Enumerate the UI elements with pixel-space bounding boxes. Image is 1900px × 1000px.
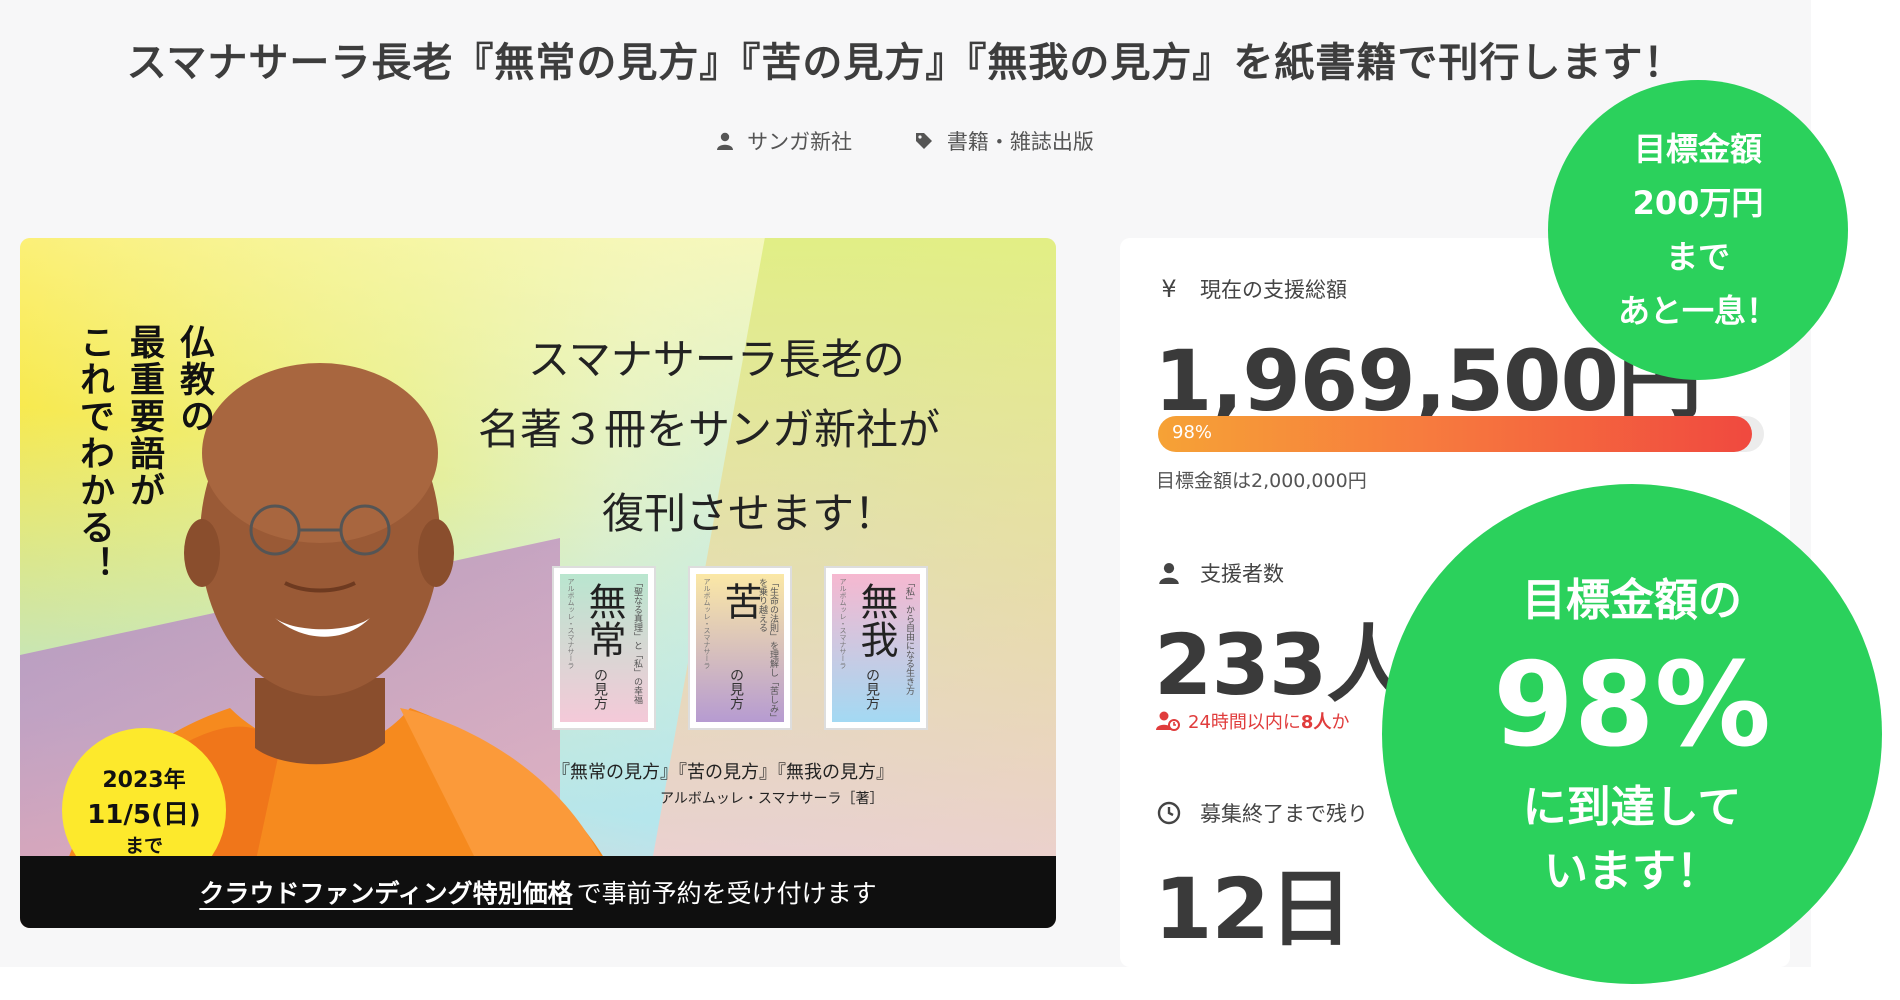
goal-percent-value: 98%: [1493, 638, 1771, 773]
goal-amount-note: 目標金額は2,000,000円: [1156, 470, 1367, 492]
funding-progress-bar: 98%: [1158, 416, 1764, 452]
book-author: アルボムッレ・スマナサーラ: [703, 578, 711, 669]
book-author: アルボムッレ・スマナサーラ: [567, 578, 575, 669]
remaining-label: 募集終了まで残り: [1200, 802, 1368, 826]
book-tagline: 「聖なる真理」と「私」の幸福: [632, 578, 642, 704]
book-cover-muga: アルボムッレ・スマナサーラ 「私」から自由になる生き方 無我 の見方: [824, 566, 928, 730]
goal-near-line: 目標金額: [1633, 130, 1762, 168]
hero-cta-bar: クラウドファンディング特別価格 で事前予約を受け付けます: [20, 856, 1056, 928]
book-cover-ku: アルボムッレ・スマナサーラ 「生命の法則」を理解し「苦しみ」を乗り越える 苦 の…: [688, 566, 792, 730]
deadline-day: 11/5(日): [87, 800, 201, 830]
yen-icon: ¥: [1161, 275, 1177, 303]
funding-progress-text: 98%: [1172, 422, 1213, 443]
hero-vertical-line: これでわかる！: [74, 324, 114, 583]
hero-cta-strong: クラウドファンディング特別価格: [199, 879, 573, 908]
hero-headline-line: スマナサーラ長老の: [528, 335, 905, 384]
goal-near-badge: 目標金額 200万円 まで あと一息！: [1548, 80, 1848, 380]
goal-percent-bottom-line: います！: [1544, 846, 1720, 897]
hero-vertical-line: 仏教の: [174, 324, 214, 435]
category-name: 書籍・雑誌出版: [946, 130, 1094, 154]
goal-percent-badge: 目標金額の 98% に到達して います！: [1382, 484, 1882, 984]
remaining-days: 12日: [1154, 860, 1353, 958]
book-author: アルボムッレ・スマナサーラ: [839, 578, 847, 669]
goal-percent-top: 目標金額の: [1522, 575, 1742, 626]
books-author: アルボムッレ・スマナサーラ［著］: [660, 791, 884, 807]
deadline-until: まで: [124, 835, 163, 857]
project-meta: サンガ新社 書籍・雑誌出版: [0, 126, 1811, 156]
goal-near-line: 200万円: [1632, 184, 1764, 222]
funding-progress-fill: [1158, 416, 1752, 452]
hero-banner[interactable]: 仏教の 最重要語が これでわかる！ スマナサーラ長老の 名著３冊をサンガ新社が …: [20, 238, 1056, 928]
page-title: スマナサーラ長老『無常の見方』『苦の見方』『無我の見方』を紙書籍で刊行します！: [126, 40, 1685, 86]
book-subtitle: の見方: [592, 668, 608, 710]
hero-vertical-copy: 仏教の 最重要語が これでわかる！: [72, 324, 216, 583]
hero-headline-line: 復刊させます！: [602, 489, 897, 538]
book-subtitle: の見方: [728, 668, 744, 710]
books-caption: 『無常の見方』『苦の見方』『無我の見方』: [552, 762, 894, 783]
recent-count: 8人: [1300, 712, 1332, 733]
recent-backers-note: 24時間以内に 8人か: [1156, 708, 1349, 734]
book-tagline: 「私」から自由になる生き方: [904, 578, 914, 695]
category-link[interactable]: 書籍・雑誌出版: [915, 126, 1094, 156]
backers-label-row: 支援者数: [1156, 558, 1284, 588]
total-label-row: ¥ 現在の支援総額: [1156, 274, 1347, 304]
book-subtitle: の見方: [864, 668, 880, 710]
goal-percent-bottom-line: に到達して: [1522, 782, 1742, 833]
recent-prefix: 24時間以内に: [1188, 712, 1301, 733]
book-cover-mujou: アルボムッレ・スマナサーラ 「聖なる真理」と「私」の幸福 無常 の見方: [552, 566, 656, 730]
hero-headline-line: 名著３冊をサンガ新社が: [478, 405, 941, 454]
goal-near-line: まで: [1665, 238, 1730, 276]
user-clock-icon: [1156, 711, 1180, 731]
tag-icon: [915, 133, 932, 149]
book-title: 無我: [854, 582, 898, 658]
user-icon: [717, 132, 734, 150]
backers-count: 233人: [1154, 616, 1410, 714]
goal-near-line: あと一息！: [1617, 292, 1778, 330]
hero-cta-rest: で事前予約を受け付けます: [576, 879, 877, 908]
book-title: 苦: [718, 582, 762, 620]
recent-suffix: か: [1331, 712, 1350, 733]
clock-icon: [1156, 801, 1182, 825]
remaining-label-row: 募集終了まで残り: [1156, 798, 1368, 828]
owner-link[interactable]: サンガ新社: [717, 126, 852, 156]
total-label: 現在の支援総額: [1200, 278, 1347, 302]
backers-label: 支援者数: [1200, 562, 1284, 586]
user-icon: [1156, 562, 1182, 584]
deadline-year: 2023年: [102, 768, 186, 793]
owner-name: サンガ新社: [747, 130, 853, 154]
book-title: 無常: [582, 582, 626, 658]
hero-vertical-line: 最重要語が: [124, 324, 164, 509]
